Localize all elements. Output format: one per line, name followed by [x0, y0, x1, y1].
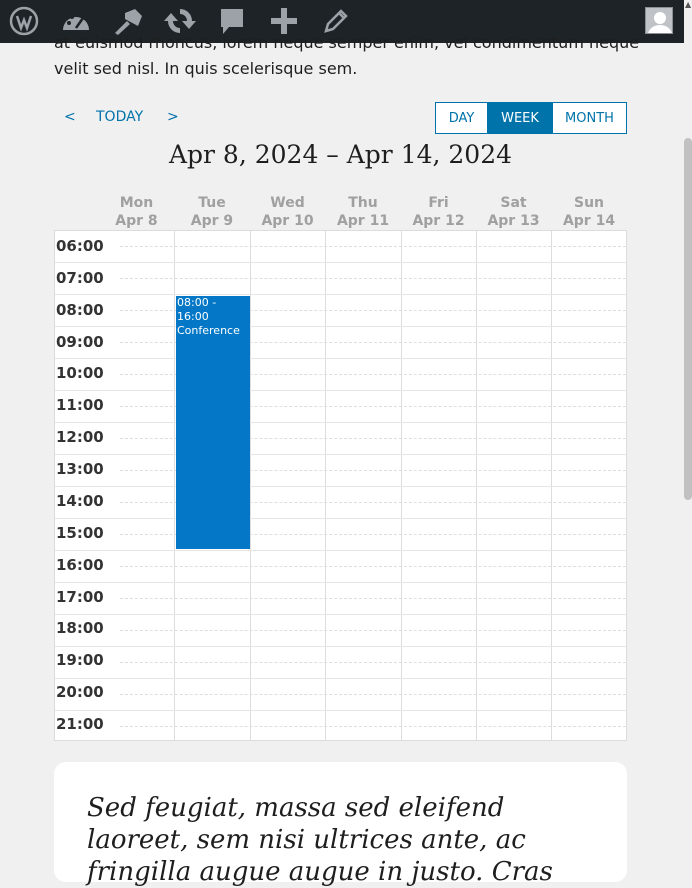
day-header-tue: Tue Apr 9: [174, 194, 250, 230]
time-label: 14:00: [56, 492, 104, 510]
event-title: Conference: [177, 324, 240, 337]
day-name: Fri: [428, 195, 449, 211]
day-date: Apr 10: [261, 213, 314, 229]
day-view-button[interactable]: DAY: [436, 103, 488, 133]
event-time: 08:00 - 16:00: [177, 296, 217, 323]
scroll-up-icon[interactable]: ▲: [685, 0, 692, 10]
card-text: Sed feugiat, massa sed eleifend laoreet,…: [87, 793, 553, 887]
day-date: Apr 13: [487, 213, 540, 229]
calendar-title: Apr 8, 2024 – Apr 14, 2024: [168, 140, 513, 169]
today-button[interactable]: TODAY: [96, 109, 143, 125]
day-header-sat: Sat Apr 13: [476, 194, 551, 230]
day-header-thu: Thu Apr 11: [325, 194, 401, 230]
time-label: 16:00: [56, 556, 104, 574]
content-card: Sed feugiat, massa sed eleifend laoreet,…: [54, 762, 627, 887]
half-hour-line: [120, 246, 626, 247]
time-label: 07:00: [56, 269, 104, 287]
day-date: Apr 9: [190, 213, 234, 229]
time-label: 10:00: [56, 364, 104, 382]
intro-line-2: velit sed nisl. In quis scelerisque sem.: [54, 59, 358, 78]
hour-line: [55, 294, 626, 295]
hour-line: [55, 390, 626, 391]
hour-line: [55, 550, 626, 551]
avatar[interactable]: [645, 7, 673, 34]
prev-week-button[interactable]: <: [64, 109, 76, 125]
day-name: Tue: [198, 195, 226, 211]
half-hour-line: [120, 278, 626, 279]
hour-line: [55, 582, 626, 583]
time-label: 13:00: [56, 460, 104, 478]
day-date: Apr 12: [412, 213, 465, 229]
day-date: Apr 14: [562, 213, 616, 229]
half-hour-line: [120, 630, 626, 631]
hour-line: [55, 518, 626, 519]
hour-line: [55, 646, 626, 647]
time-label: 19:00: [56, 651, 104, 669]
time-label: 09:00: [56, 333, 104, 351]
hour-line: [55, 262, 626, 263]
day-header-sun: Sun Apr 14: [551, 194, 627, 230]
next-week-button[interactable]: >: [167, 109, 179, 125]
time-label: 17:00: [56, 588, 104, 606]
day-date: Apr 11: [336, 213, 390, 229]
view-switcher: DAY WEEK MONTH: [435, 102, 627, 134]
calendar-event[interactable]: 08:00 - 16:00 Conference: [176, 296, 250, 549]
time-label: 12:00: [56, 428, 104, 446]
time-label: 08:00: [56, 301, 104, 319]
scrollbar-thumb[interactable]: [684, 138, 692, 500]
hour-line: [55, 454, 626, 455]
half-hour-line: [120, 566, 626, 567]
hour-line: [55, 422, 626, 423]
day-name: Sat: [500, 195, 527, 211]
day-name: Mon: [119, 195, 154, 211]
half-hour-line: [120, 598, 626, 599]
time-label: 20:00: [56, 683, 104, 701]
week-view-button[interactable]: WEEK: [488, 103, 552, 133]
week-grid[interactable]: [54, 230, 627, 741]
hour-line: [55, 710, 626, 711]
day-header-wed: Wed Apr 10: [250, 194, 325, 230]
day-name: Sun: [573, 195, 605, 211]
day-date: Apr 8: [115, 213, 158, 229]
half-hour-line: [120, 662, 626, 663]
day-header-fri: Fri Apr 12: [401, 194, 476, 230]
day-header-mon: Mon Apr 8: [99, 194, 174, 230]
hour-line: [55, 678, 626, 679]
time-label: 21:00: [56, 715, 104, 733]
hour-line: [55, 358, 626, 359]
hour-line: [55, 486, 626, 487]
hour-line: [55, 326, 626, 327]
hour-line: [55, 614, 626, 615]
time-label: 06:00: [56, 237, 104, 255]
intro-line-1: at euismod rhoncus, lorem neque semper e…: [54, 33, 640, 52]
time-label: 15:00: [56, 524, 104, 542]
month-view-button[interactable]: MONTH: [552, 103, 626, 133]
half-hour-line: [120, 726, 626, 727]
time-label: 18:00: [56, 619, 104, 637]
wordpress-logo-icon[interactable]: [8, 6, 40, 36]
day-name: Wed: [270, 195, 305, 211]
time-label: 11:00: [56, 396, 104, 414]
half-hour-line: [120, 694, 626, 695]
day-name: Thu: [348, 195, 378, 211]
